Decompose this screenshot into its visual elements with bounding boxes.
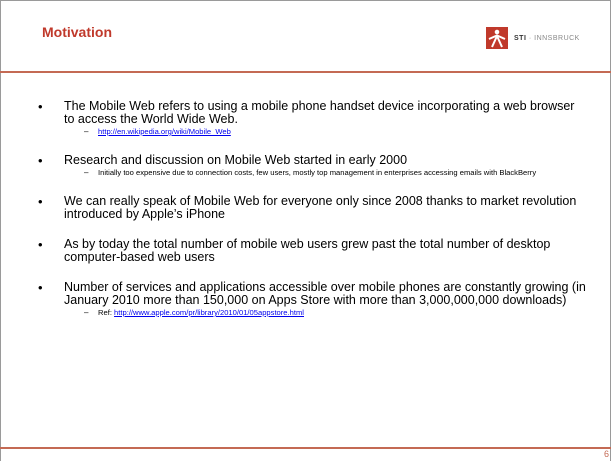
sub-bullet-marker: – (84, 127, 89, 136)
bullet-text: We can really speak of Mobile Web for ev… (64, 194, 577, 221)
bullet-marker: • (38, 280, 43, 295)
logo-wordmark: STI · INNSBRUCK (514, 35, 580, 42)
logo-city-text: INNSBRUCK (534, 34, 580, 42)
sub-bullet-marker: – (84, 168, 89, 177)
apple-press-link[interactable]: http://www.apple.com/pr/library/2010/01/… (114, 308, 304, 317)
bullet-item: • Number of services and applications ac… (38, 281, 586, 318)
ref-prefix: Ref: (98, 308, 115, 317)
slide: Motivation STI · INNSBRUCK • The Mobile … (0, 0, 611, 461)
logo-brand-text: STI (514, 34, 527, 42)
bullet-text: Research and discussion on Mobile Web st… (64, 153, 408, 167)
slide-header: Motivation STI · INNSBRUCK (0, 0, 611, 73)
bullet-item: • Research and discussion on Mobile Web … (38, 154, 586, 178)
page-number: 6 (603, 449, 609, 459)
sti-logo-icon (486, 27, 508, 49)
bullet-marker: • (38, 153, 43, 168)
bullet-item: • As by today the total number of mobile… (38, 238, 586, 264)
bullet-text: Number of services and applications acce… (64, 280, 586, 307)
bullet-marker: • (38, 99, 43, 114)
sti-innsbruck-logo: STI · INNSBRUCK (486, 25, 582, 51)
bullet-marker: • (38, 237, 43, 252)
header-divider (0, 71, 611, 73)
bullet-text: The Mobile Web refers to using a mobile … (64, 99, 575, 126)
sub-bullet: – Initially too expensive due to connect… (84, 168, 586, 178)
slide-title: Motivation (42, 24, 112, 40)
bullet-text: As by today the total number of mobile w… (64, 237, 551, 264)
sub-bullet: – http://en.wikipedia.org/wiki/Mobile_We… (84, 127, 586, 137)
bullet-item: • We can really speak of Mobile Web for … (38, 195, 586, 221)
wikipedia-link[interactable]: http://en.wikipedia.org/wiki/Mobile_Web (98, 127, 231, 136)
bullet-marker: • (38, 194, 43, 209)
sub-bullet-text: Initially too expensive due to connectio… (98, 168, 537, 177)
footer-divider (0, 447, 611, 449)
sub-bullet-marker: – (84, 308, 89, 317)
bullet-item: • The Mobile Web refers to using a mobil… (38, 100, 586, 137)
sub-bullet: – Ref: http://www.apple.com/pr/library/2… (84, 308, 586, 318)
bullet-list: • The Mobile Web refers to using a mobil… (38, 100, 586, 335)
